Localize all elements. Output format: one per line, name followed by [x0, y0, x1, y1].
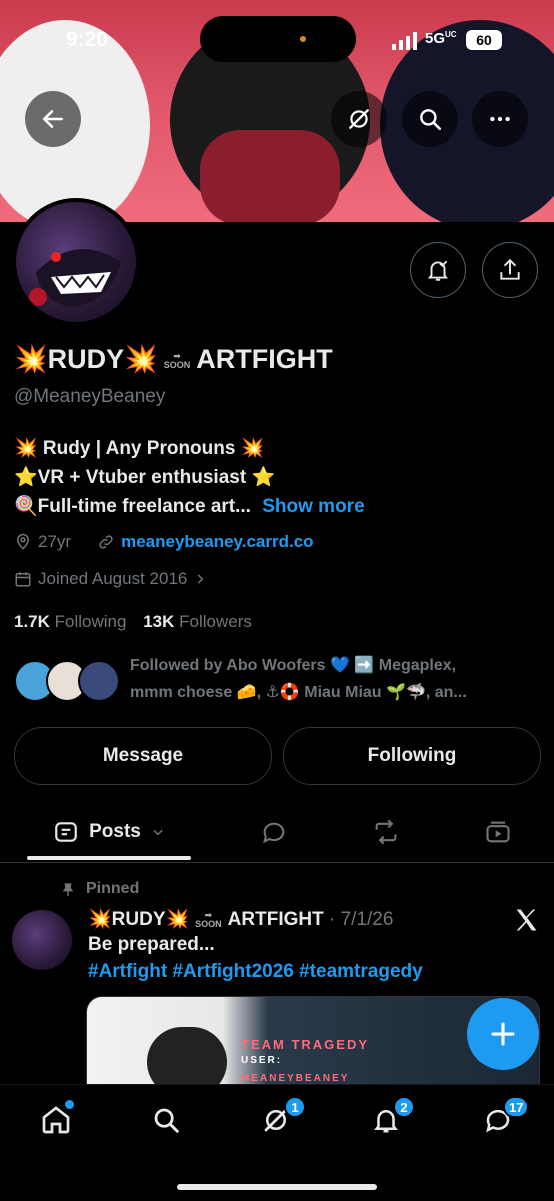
joined-row[interactable]: Joined August 2016 [14, 569, 207, 589]
share-button[interactable] [482, 242, 538, 298]
profile-handle: @MeaneyBeaney [14, 386, 166, 407]
search-icon [154, 1108, 179, 1133]
tab-posts[interactable]: Posts [27, 802, 191, 862]
post-author-name[interactable]: 💥RUDY💥 ➡ SOON ARTFIGHT · 7/1/26 [88, 907, 393, 931]
notifications-toggle-button[interactable] [410, 242, 466, 298]
follow-counts: 1.7K Following 13K Followers [14, 612, 252, 632]
post-hashtags[interactable]: #Artfight #Artfight2026 #teamtragedy [88, 961, 423, 983]
media-user: MEANEYBEANEY [241, 1073, 350, 1084]
share-icon [500, 258, 520, 280]
joined-date: Joined August 2016 [38, 569, 188, 588]
more-dots-icon [490, 116, 510, 122]
message-button[interactable]: Message [14, 727, 272, 785]
reply-bubble-icon [263, 822, 285, 844]
back-button[interactable] [25, 91, 81, 147]
soon-arrow-small: ➡ SOON [195, 909, 222, 929]
avatar-art [29, 249, 121, 307]
home-indicator [177, 1184, 377, 1190]
compose-post-button[interactable] [467, 998, 539, 1070]
profile-avatar[interactable] [12, 198, 140, 326]
arrow-left-icon [42, 110, 63, 128]
soon-arrow: ➡ SOON [163, 350, 191, 370]
tab-replies[interactable] [246, 802, 302, 862]
grok-badge: 1 [284, 1096, 306, 1118]
show-more-link[interactable]: Show more [262, 496, 364, 517]
repost-icon [375, 819, 397, 845]
home-unread-dot [65, 1100, 74, 1109]
follower-avatar-3 [78, 660, 120, 702]
cellular-signal-icon [392, 32, 417, 50]
tab-posts-label: Posts [89, 821, 141, 842]
search-button[interactable] [402, 91, 458, 147]
followers-count-link[interactable]: 13K Followers [143, 612, 252, 631]
link-icon [99, 535, 113, 549]
location-icon [16, 533, 30, 550]
profile-display-name: 💥RUDY💥 ➡ SOON ARTFIGHT [14, 344, 333, 374]
grok-icon [349, 109, 369, 129]
post-author-avatar[interactable] [12, 910, 72, 970]
pinned-label: Pinned [86, 880, 140, 897]
media-title: TEAM TRAGEDY [241, 1037, 369, 1052]
status-time: 9:20 [66, 28, 109, 51]
chevron-right-icon [198, 574, 204, 584]
banner-art-center-body [200, 130, 340, 222]
bio-line-3: 🍭Full-time freelance art... Show more [14, 496, 365, 517]
more-button[interactable] [472, 91, 528, 147]
posts-icon [55, 822, 77, 842]
notifications-badge: 2 [393, 1096, 415, 1118]
privacy-indicator [300, 36, 306, 42]
bio-line-1: 💥 Rudy | Any Pronouns 💥 [14, 438, 265, 459]
nav-search[interactable] [146, 1100, 186, 1140]
profile-meta-row: 27yr meaneybeaney.carrd.co [14, 532, 314, 552]
profile-age: 27yr [38, 532, 72, 551]
followed-by-line-1[interactable]: Followed by Abo Woofers 💙 ➡️ Megaplex, [130, 655, 456, 675]
website-link[interactable]: meaneybeaney.carrd.co [121, 532, 313, 552]
search-icon [420, 109, 442, 131]
following-button[interactable]: Following [283, 727, 541, 785]
calendar-icon [15, 572, 31, 587]
tab-media[interactable] [470, 802, 526, 862]
battery-indicator: 60 [466, 30, 502, 50]
followed-by-line-2[interactable]: mmm choese 🧀, ⚓🛟 Miau Miau 🌱🦈, an... [130, 682, 467, 702]
post-date[interactable]: · 7/1/26 [329, 909, 393, 930]
following-count-link[interactable]: 1.7K Following [14, 612, 126, 631]
x-logo-icon[interactable] [512, 906, 540, 934]
chevron-down-icon [153, 829, 163, 836]
bio-line-2: ⭐VR + Vtuber enthusiast ⭐ [14, 467, 276, 488]
pin-icon [62, 883, 74, 896]
dynamic-island [200, 16, 356, 62]
bell-check-icon [427, 260, 449, 281]
plus-icon [491, 1022, 515, 1046]
messages-badge: 17 [503, 1096, 530, 1118]
post-text: Be prepared... [88, 934, 215, 955]
tab-reposts[interactable] [358, 802, 414, 862]
network-type: 5GUC [425, 30, 457, 47]
active-tab-indicator [27, 856, 191, 860]
media-play-icon [486, 821, 510, 843]
media-user-label: USER: [241, 1055, 283, 1066]
profile-tabs: Posts [0, 802, 554, 863]
grok-button[interactable] [331, 91, 387, 147]
